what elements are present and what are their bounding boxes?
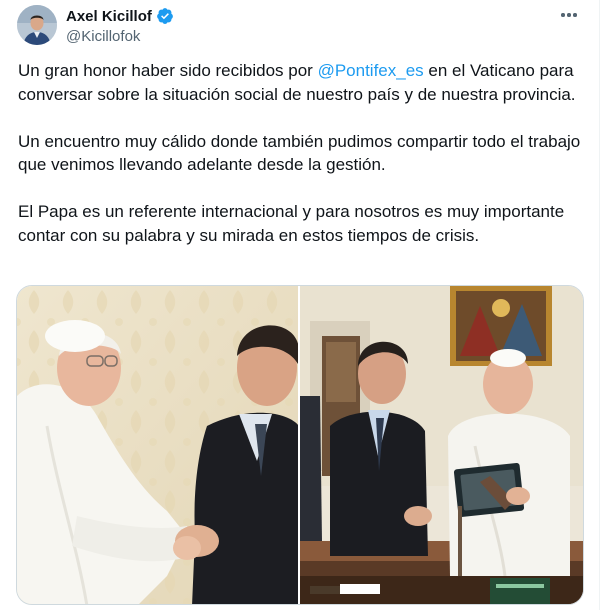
- tweet-header: Axel Kicillof @Kicillofok: [16, 3, 584, 47]
- tweet-paragraph-3: El Papa es un referente internacional y …: [18, 202, 565, 245]
- tweet-text: Un gran honor haber sido recibidos por @…: [18, 59, 588, 271]
- tweet-paragraph-1: Un gran honor haber sido recibidos por @…: [18, 59, 588, 106]
- photo-plaque[interactable]: [300, 286, 583, 604]
- author-names: Axel Kicillof @Kicillofok: [66, 6, 174, 45]
- mention-link[interactable]: @Pontifex_es: [318, 61, 424, 80]
- more-dot: [573, 13, 577, 17]
- tweet-paragraph-1-start: Un gran honor haber sido recibidos por: [18, 61, 318, 80]
- more-horizontal-icon[interactable]: [554, 3, 584, 27]
- verified-badge-icon[interactable]: [156, 7, 174, 25]
- more-dot: [561, 13, 565, 17]
- avatar[interactable]: [17, 5, 57, 45]
- tweet-paragraph-2: Un encuentro muy cálido donde también pu…: [18, 131, 581, 175]
- tweet-card: Axel Kicillof @Kicillofok Un gran honor …: [0, 0, 600, 610]
- display-name-row: Axel Kicillof: [66, 6, 174, 26]
- photo-handshake[interactable]: [17, 286, 298, 604]
- display-name[interactable]: Axel Kicillof: [66, 8, 152, 25]
- author-handle[interactable]: @Kicillofok: [66, 28, 174, 45]
- more-dot: [567, 13, 571, 17]
- media-grid: [16, 285, 584, 605]
